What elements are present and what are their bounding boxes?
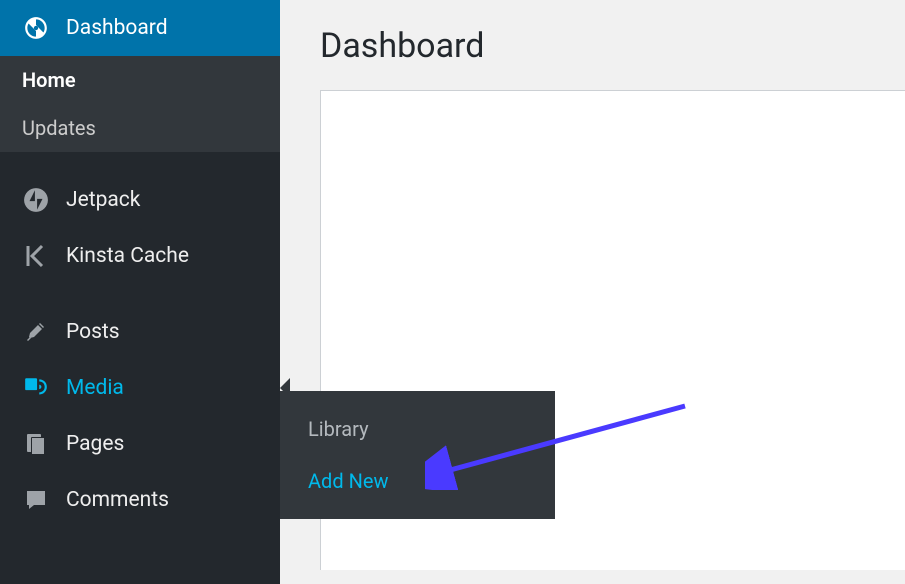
- sidebar-item-label: Jetpack: [66, 188, 140, 212]
- kinsta-icon: [22, 242, 50, 270]
- jetpack-icon: [22, 186, 50, 214]
- page-title: Dashboard: [280, 0, 905, 90]
- sidebar-item-posts[interactable]: Posts: [0, 304, 280, 360]
- sidebar-item-label: Dashboard: [66, 16, 168, 40]
- sidebar-item-label: Kinsta Cache: [66, 244, 189, 268]
- dashboard-icon: [22, 14, 50, 42]
- comments-icon: [22, 486, 50, 514]
- sidebar-item-media[interactable]: Media: [0, 360, 280, 416]
- pages-icon: [22, 430, 50, 458]
- sidebar-item-jetpack[interactable]: Jetpack: [0, 172, 280, 228]
- flyout-item-library[interactable]: Library: [280, 403, 555, 455]
- media-icon: [22, 374, 50, 402]
- pin-icon: [22, 318, 50, 346]
- media-flyout-menu: Library Add New: [280, 391, 555, 519]
- sidebar-item-dashboard[interactable]: Dashboard: [0, 0, 280, 56]
- divider: [0, 284, 280, 304]
- divider: [0, 152, 280, 172]
- sidebar-item-comments[interactable]: Comments: [0, 472, 280, 528]
- sidebar-item-label: Pages: [66, 432, 124, 456]
- admin-sidebar: Dashboard Home Updates Jetpack Kinsta Ca…: [0, 0, 280, 584]
- dashboard-submenu: Home Updates: [0, 56, 280, 152]
- sidebar-item-label: Posts: [66, 320, 120, 344]
- sidebar-item-label: Comments: [66, 488, 169, 512]
- sidebar-item-label: Media: [66, 376, 124, 400]
- flyout-item-add-new[interactable]: Add New: [280, 455, 555, 507]
- sidebar-item-kinsta-cache[interactable]: Kinsta Cache: [0, 228, 280, 284]
- sidebar-item-pages[interactable]: Pages: [0, 416, 280, 472]
- submenu-item-home[interactable]: Home: [0, 56, 280, 104]
- submenu-item-updates[interactable]: Updates: [0, 104, 280, 152]
